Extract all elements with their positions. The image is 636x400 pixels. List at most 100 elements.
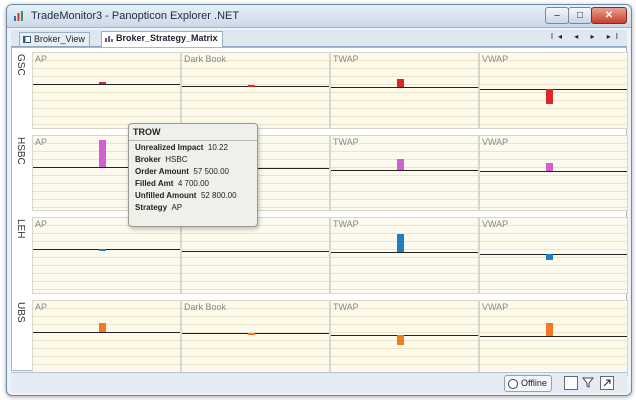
tooltip-row: Unfilled Amount 52 800.00 (129, 189, 257, 201)
window-title: TradeMonitor3 - Panopticon Explorer .NET (31, 10, 240, 22)
baseline (182, 85, 329, 87)
tab-label: Broker_View (34, 34, 85, 44)
tooltip-field-label: Strategy (135, 203, 168, 212)
matrix-cell[interactable]: AP (32, 52, 181, 129)
minimize-button[interactable]: – (545, 7, 569, 24)
matrix-cell[interactable]: AP (32, 299, 181, 376)
column-label: VWAP (482, 219, 509, 229)
column-label: Dark Book (184, 301, 227, 312)
table-icon (23, 36, 31, 43)
tooltip-field-value: 52 800.00 (200, 191, 237, 200)
tooltip-field-value: HSBC (165, 155, 188, 164)
tooltip-row: Strategy AP (129, 201, 257, 213)
matrix-cell[interactable]: Dark Book (181, 217, 330, 294)
column-label: Dark Book (184, 54, 227, 64)
baseline (182, 250, 329, 252)
matrix-cell[interactable]: TWAP (330, 217, 479, 294)
baseline (331, 334, 478, 336)
impact-bar[interactable] (546, 163, 553, 172)
matrix-cell[interactable]: TWAP (330, 134, 479, 211)
tab-label: Broker_Strategy_Matrix (116, 33, 218, 43)
offline-label: Offline (521, 378, 547, 388)
filter-icon[interactable] (581, 376, 595, 388)
matrix-cell[interactable]: VWAP (479, 217, 628, 294)
impact-bar[interactable] (99, 322, 106, 332)
tab-navigation-arrows[interactable]: I◂ ◂ ▸ ▸I (551, 32, 623, 41)
app-icon (14, 11, 23, 21)
tab-bar: Broker_View Broker_Strategy_Matrix I◂ ◂ … (11, 30, 627, 47)
expand-icon[interactable] (600, 376, 614, 390)
baseline (480, 88, 627, 90)
title-bar: TradeMonitor3 - Panopticon Explorer .NET… (7, 5, 631, 28)
tooltip-field-value: 57 500.00 (193, 167, 229, 176)
tooltip-field-value: AP (171, 203, 183, 212)
close-icon: ✕ (604, 10, 614, 21)
matrix-cell[interactable]: AP (32, 217, 181, 294)
matrix-cell[interactable]: VWAP (479, 299, 628, 376)
impact-bar[interactable] (546, 253, 553, 261)
tooltip-row: Filled Amt 4 700.00 (129, 177, 257, 189)
bar-chart-icon (105, 36, 113, 42)
tooltip-header: TROW (129, 124, 257, 141)
maximize-icon: □ (576, 10, 584, 21)
table-view-icon[interactable] (564, 376, 578, 390)
close-button[interactable]: ✕ (591, 7, 627, 24)
column-label: TWAP (333, 136, 359, 147)
column-label: TWAP (333, 301, 359, 312)
impact-bar[interactable] (397, 159, 404, 170)
matrix-cell[interactable]: Dark Book (181, 299, 330, 376)
impact-bar[interactable] (248, 333, 255, 336)
impact-bar[interactable] (99, 140, 106, 167)
matrix-cell[interactable]: VWAP (479, 52, 628, 129)
baseline (33, 84, 180, 86)
matrix-cell[interactable]: TWAP (330, 299, 479, 376)
baseline (480, 171, 627, 173)
baseline (33, 249, 180, 251)
column-label: VWAP (482, 301, 509, 312)
impact-bar[interactable] (546, 322, 553, 337)
baseline (480, 336, 627, 338)
column-label: AP (35, 219, 48, 229)
impact-bar[interactable] (397, 233, 404, 253)
tooltip-field-label: Filled Amt (135, 179, 174, 188)
status-bar: Offline (11, 372, 627, 393)
tab-broker-strategy-matrix[interactable]: Broker_Strategy_Matrix (101, 31, 223, 47)
row-label-text: LEH (15, 219, 26, 239)
impact-bar[interactable] (546, 88, 553, 104)
matrix-cell[interactable]: VWAP (479, 134, 628, 211)
matrix-view: GSCAPDark BookTWAPVWAPHSBCAPDark BookTWA… (11, 47, 628, 376)
column-label: VWAP (482, 136, 509, 147)
tooltip-field-value: 4 700.00 (177, 179, 209, 188)
column-label: AP (35, 54, 48, 64)
tab-broker-view[interactable]: Broker_View (19, 32, 90, 46)
offline-icon (508, 379, 518, 389)
tooltip-row: Order Amount 57 500.00 (129, 165, 257, 177)
baseline (331, 169, 478, 171)
tooltip-row: Unrealized Impact 10.22 (129, 141, 257, 153)
impact-bar[interactable] (397, 79, 404, 88)
matrix-cell[interactable]: TWAP (330, 52, 479, 129)
row-label-text: HSBC (15, 136, 26, 165)
baseline (480, 253, 627, 255)
tooltip-field-label: Unrealized Impact (135, 143, 204, 152)
baseline (331, 252, 478, 254)
baseline (182, 333, 329, 335)
app-window: TradeMonitor3 - Panopticon Explorer .NET… (6, 4, 632, 396)
tooltip-field-label: Unfilled Amount (135, 191, 197, 200)
tooltip-field-value: 10.22 (207, 143, 228, 152)
impact-bar[interactable] (397, 334, 404, 346)
matrix-cell[interactable]: Dark Book (181, 52, 330, 129)
tooltip: TROW Unrealized Impact 10.22 Broker HSBC… (128, 123, 258, 227)
impact-bar[interactable] (99, 81, 106, 85)
row-label-text: UBS (15, 301, 26, 323)
maximize-button[interactable]: □ (568, 7, 592, 24)
offline-button[interactable]: Offline (504, 375, 552, 392)
impact-bar[interactable] (248, 85, 255, 87)
column-label: TWAP (333, 219, 359, 229)
column-label: VWAP (482, 54, 509, 64)
column-label: AP (35, 136, 48, 147)
column-label: TWAP (333, 54, 359, 64)
impact-bar[interactable] (99, 249, 106, 252)
tooltip-field-label: Broker (135, 155, 161, 164)
baseline (331, 87, 478, 89)
